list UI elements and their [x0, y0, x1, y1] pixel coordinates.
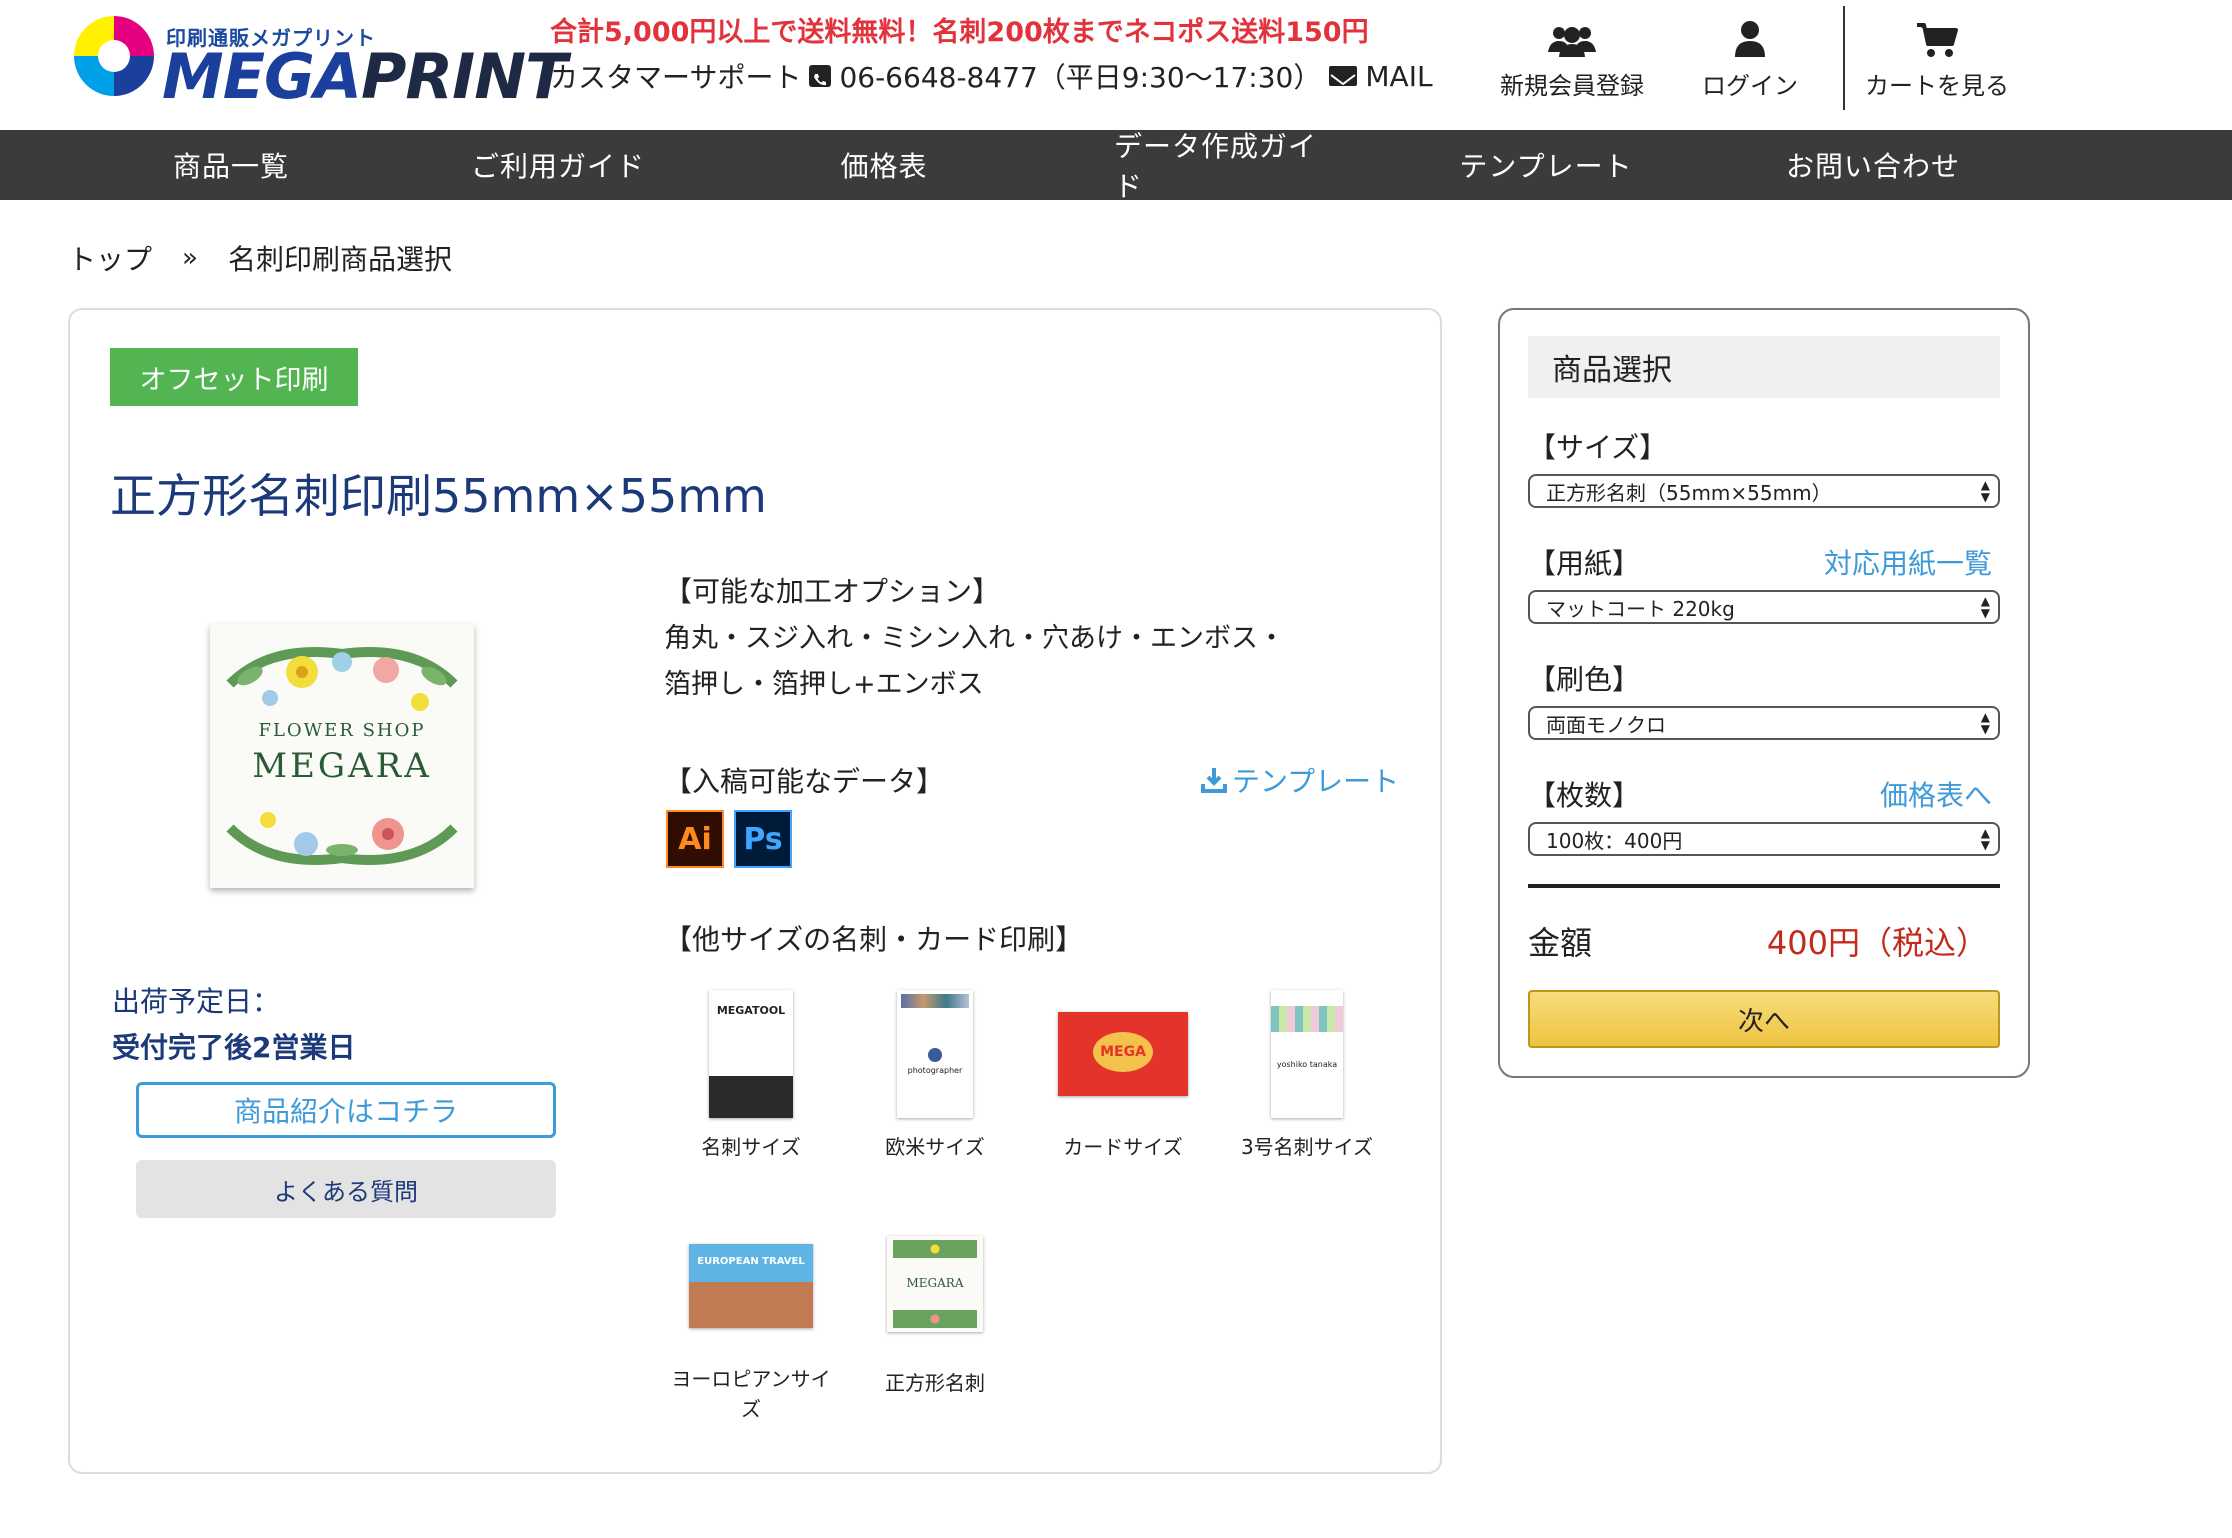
select-arrows-icon: ▲ ▼ — [1980, 478, 1990, 504]
product-hero-image: FLOWER SHOP MEGARA — [210, 624, 474, 888]
register-link[interactable]: 新規会員登録 — [1492, 14, 1652, 101]
size-thumb: MEGA — [1058, 1012, 1188, 1096]
product-selection-panel: 商品選択 【サイズ】 正方形名刺（55mm×55mm） ▲ ▼ 【用紙】 対応用紙… — [1498, 308, 2030, 1078]
users-icon — [1492, 14, 1652, 58]
size-label: 【サイズ】 — [1528, 431, 1668, 464]
faq-button[interactable]: よくある質問 — [136, 1160, 556, 1218]
breadcrumb-separator: » — [182, 243, 198, 273]
size-option-european[interactable]: EUROPEAN TRAVEL ヨーロピアンサイズ — [666, 1222, 836, 1424]
product-title: 正方形名刺印刷55mm×55mm — [110, 469, 767, 523]
size-option-standard[interactable]: MEGATOOL 名刺サイズ — [666, 990, 836, 1162]
register-label: 新規会員登録 — [1500, 72, 1644, 100]
logo-wordmark: MEGAPRINT — [162, 40, 567, 113]
size-thumb: photographer — [897, 990, 973, 1118]
nav-template[interactable]: テンプレート — [1324, 130, 1768, 200]
main-nav: 商品一覧 ご利用ガイド 価格表 データ作成ガイド テンプレート お問い合わせ — [0, 130, 2232, 203]
size-select[interactable]: 正方形名刺（55mm×55mm） ▲ ▼ — [1528, 474, 2000, 508]
breadcrumb-home[interactable]: トップ — [68, 238, 152, 278]
nav-guide[interactable]: ご利用ガイド — [462, 130, 654, 200]
nav-price-list[interactable]: 価格表 — [654, 130, 1114, 200]
size-label: ヨーロピアンサイズ — [671, 1367, 831, 1421]
template-download-link[interactable]: テンプレート — [1200, 760, 1399, 800]
size-thumb: EUROPEAN TRAVEL — [689, 1244, 813, 1328]
size-option-card[interactable]: MEGA カードサイズ — [1038, 990, 1208, 1162]
total-price: 400円（税込） — [1766, 924, 1988, 962]
size-option-western[interactable]: photographer 欧米サイズ — [850, 990, 1020, 1162]
select-arrows-icon: ▲ ▼ — [1980, 594, 1990, 620]
flower-wreath-top — [226, 647, 458, 711]
select-arrows-icon: ▲ ▼ — [1980, 710, 1990, 736]
template-link-label: テンプレート — [1232, 765, 1400, 798]
breadcrumb-current: 名刺印刷商品選択 — [227, 243, 452, 276]
options-text: 角丸・スジ入れ・ミシン入れ・穴あけ・エンボス・ 箔押し・箔押し+エンボス — [664, 616, 1344, 708]
size-thumb: MEGATOOL — [709, 990, 793, 1118]
paper-label: 【用紙】 — [1528, 547, 1641, 580]
paper-select-value: マットコート 220kg — [1546, 596, 1735, 621]
next-button[interactable]: 次へ — [1528, 990, 2000, 1048]
shipping-promo: 合計5,000円以上で送料無料！名刺200枚までネコポス送料150円 — [550, 17, 1369, 48]
options-line: 角丸・スジ入れ・ミシン入れ・穴あけ・エンボス・ — [664, 623, 1285, 654]
cart-label: カートを見る — [1865, 72, 2009, 100]
nav-contact[interactable]: お問い合わせ — [1768, 130, 1978, 200]
size-label: 名刺サイズ — [701, 1135, 801, 1159]
total-label: 金額 — [1528, 924, 1593, 962]
quantity-select[interactable]: 100枚：400円 ▲ ▼ — [1528, 822, 2000, 856]
size-thumb: MEGARA — [887, 1236, 983, 1332]
phone-icon — [809, 65, 832, 87]
select-arrows-icon: ▲ ▼ — [1980, 826, 1990, 852]
phone-number[interactable]: 06-6648-8477（平日9:30〜17:30） — [839, 56, 1321, 96]
size-option-square[interactable]: MEGARA 正方形名刺 — [850, 1222, 1020, 1398]
paper-list-link[interactable]: 対応用紙一覧 — [1824, 542, 1992, 582]
login-link[interactable]: ログイン — [1690, 14, 1810, 101]
ship-date-label: 出荷予定日： — [112, 985, 281, 1018]
size-option-no3[interactable]: yoshiko tanaka 3号名刺サイズ — [1222, 990, 1392, 1162]
illustrator-icon: Ai — [666, 810, 724, 868]
print-color-select-value: 両面モノクロ — [1546, 712, 1666, 737]
options-line: 箔押し・箔押し+エンボス — [664, 669, 984, 700]
size-label: 欧米サイズ — [885, 1135, 985, 1159]
support-label: カスタマーサポート — [550, 61, 802, 94]
data-heading: 【入稿可能なデータ】 — [664, 765, 945, 798]
download-icon — [1201, 768, 1227, 793]
mail-icon — [1329, 66, 1358, 86]
price-list-link[interactable]: 価格表へ — [1880, 774, 1992, 814]
cart-icon — [1862, 14, 2012, 58]
print-type-badge: オフセット印刷 — [110, 348, 358, 406]
product-intro-button[interactable]: 商品紹介はコチラ — [136, 1082, 556, 1138]
panel-title: 商品選択 — [1528, 336, 2000, 398]
print-color-label: 【刷色】 — [1528, 663, 1641, 696]
quantity-label: 【枚数】 — [1528, 779, 1641, 812]
other-sizes-heading: 【他サイズの名刺・カード印刷】 — [664, 923, 1084, 956]
hero-shop-name: MEGARA — [252, 746, 432, 786]
logo-mark-icon — [74, 16, 154, 96]
size-thumb: yoshiko tanaka — [1271, 990, 1343, 1118]
site-header: 印刷通販メガプリント MEGAPRINT 合計5,000円以上で送料無料！名刺2… — [0, 0, 2232, 130]
hero-shop-label: FLOWER SHOP — [258, 720, 426, 741]
ship-date-value: 受付完了後2営業日 — [112, 1031, 356, 1064]
size-label: カードサイズ — [1063, 1135, 1183, 1159]
megaprint-logo[interactable]: 印刷通販メガプリント MEGAPRINT — [66, 8, 567, 108]
size-label: 3号名刺サイズ — [1240, 1135, 1374, 1159]
customer-support: カスタマーサポート 06-6648-8477（平日9:30〜17:30） MAI… — [550, 56, 1433, 96]
options-heading: 【可能な加工オプション】 — [664, 575, 1001, 608]
product-card: オフセット印刷 正方形名刺印刷55mm×55mm FLOWER SHOP MEG… — [68, 308, 1442, 1474]
photoshop-icon: Ps — [734, 810, 792, 868]
nav-products[interactable]: 商品一覧 — [0, 130, 462, 200]
mail-link[interactable]: MAIL — [1365, 60, 1432, 93]
login-label: ログイン — [1702, 72, 1798, 100]
print-color-select[interactable]: 両面モノクロ ▲ ▼ — [1528, 706, 2000, 740]
size-select-value: 正方形名刺（55mm×55mm） — [1546, 480, 1832, 505]
cart-link[interactable]: カートを見る — [1862, 14, 2012, 101]
paper-select[interactable]: マットコート 220kg ▲ ▼ — [1528, 590, 2000, 624]
size-label: 正方形名刺 — [885, 1371, 985, 1395]
nav-data-guide[interactable]: データ作成ガイド — [1114, 130, 1324, 203]
total-divider — [1528, 884, 2000, 888]
header-divider — [1843, 6, 1845, 110]
quantity-select-value: 100枚：400円 — [1546, 828, 1683, 853]
user-icon — [1690, 14, 1810, 58]
breadcrumb: トップ » 名刺印刷商品選択 — [68, 238, 452, 278]
flower-wreath-bottom — [226, 812, 458, 865]
